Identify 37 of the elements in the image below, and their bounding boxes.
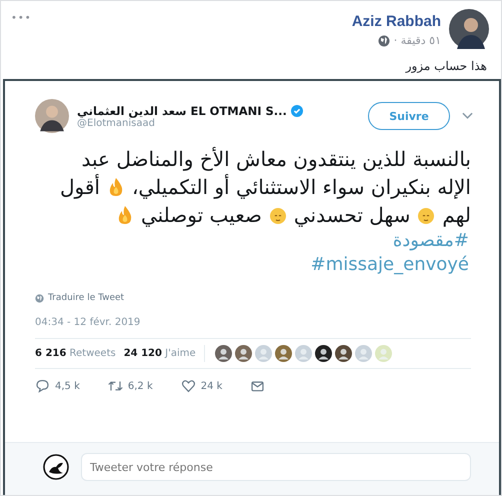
retweet-count[interactable]: 6 216 Retweets: [35, 348, 116, 359]
more-menu[interactable]: •••: [11, 13, 32, 24]
author-name[interactable]: Aziz Rabbah: [352, 13, 441, 30]
avatar[interactable]: [43, 454, 69, 480]
globe-icon: [35, 294, 44, 302]
smiley-icon: [416, 205, 436, 225]
avatar[interactable]: [314, 345, 332, 362]
account-name[interactable]: سعد الدين العثماني EL OTMANI S...: [77, 104, 287, 118]
smiley-icon: [268, 205, 288, 225]
post-text: هذا حساب مزور: [404, 58, 488, 75]
like-count[interactable]: 24 120 J'aime: [124, 348, 196, 359]
tweet-date: 04:34 - 12 févr. 2019: [34, 316, 142, 328]
tweet-text: الإله بنكيران سواء الاستثنائي أو التكميلي،: [132, 173, 471, 201]
avatar[interactable]: [334, 345, 352, 362]
retweet-button[interactable]: 6,2 k: [108, 379, 153, 393]
globe-icon: [378, 34, 390, 46]
translate-link[interactable]: Traduire le Tweet: [48, 293, 124, 303]
hashtag-link[interactable]: #missaje_envoyé: [280, 253, 499, 277]
reply-field[interactable]: Tweeter votre réponse: [81, 453, 471, 481]
tweet-text: لهم: [442, 202, 471, 229]
envelope-icon[interactable]: [250, 379, 266, 393]
tweet-text: بالنسبة للذين ينتقدون معاش الأخ والمناضل عبد: [82, 146, 471, 173]
tweet-text: أقول: [60, 173, 100, 201]
reply-button[interactable]: 4,5 k: [35, 379, 80, 393]
retweet-icon: [108, 379, 123, 393]
tweet-text: صعيب توصلني: [140, 202, 262, 229]
post-time[interactable]: ٥١ دقيقة ·: [394, 34, 441, 47]
avatar[interactable]: [449, 9, 489, 49]
hashtag-link[interactable]: #مقصودة: [362, 229, 499, 253]
avatar[interactable]: [35, 99, 69, 133]
heart-icon: [180, 379, 196, 393]
tweet-text: سهل تحسدني: [294, 202, 410, 229]
follow-button[interactable]: Suivre: [368, 102, 450, 130]
chevron-down-icon[interactable]: [462, 112, 473, 120]
like-button[interactable]: 24 k: [180, 379, 222, 393]
comment-icon: [35, 379, 50, 393]
account-handle[interactable]: @Elotmanisaad: [77, 118, 303, 128]
